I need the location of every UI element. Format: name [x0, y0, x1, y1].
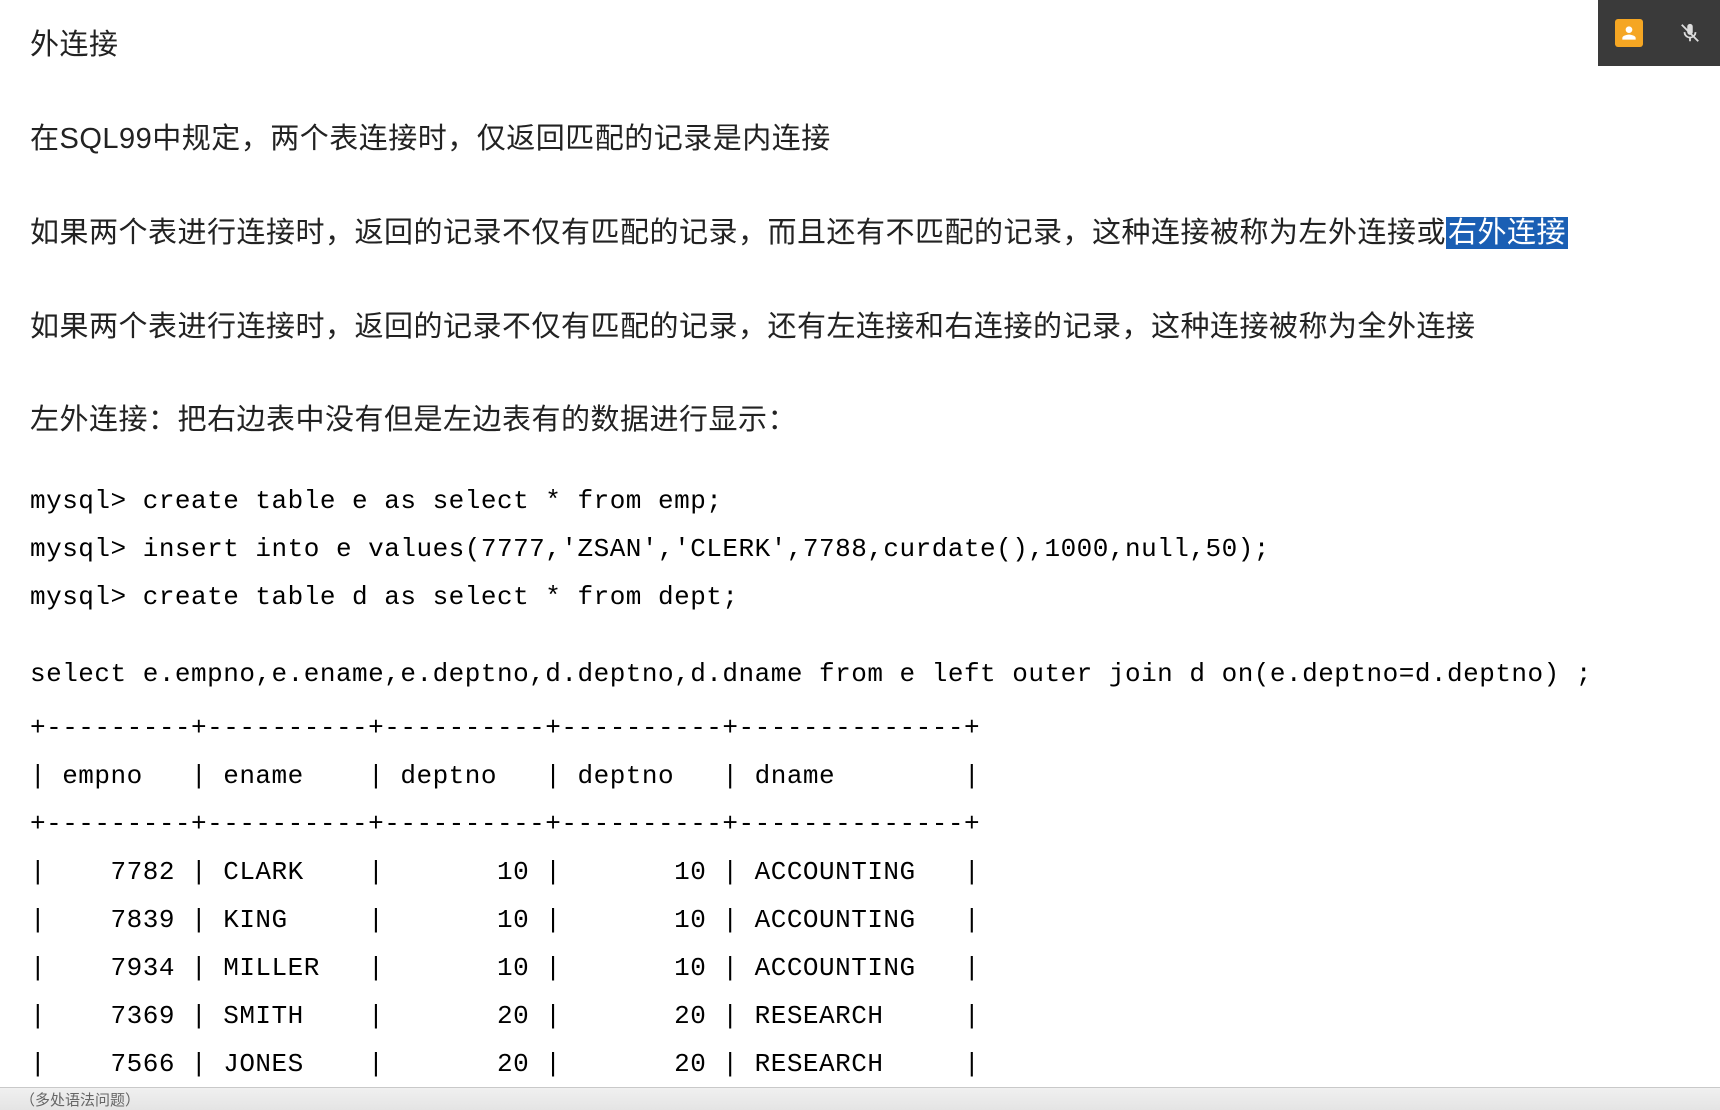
paragraph-left-right-outer: 如果两个表进行连接时，返回的记录不仅有匹配的记录，而且还有不匹配的记录，这种连接…	[30, 210, 1690, 258]
heading: 外连接	[30, 22, 1690, 70]
paragraph-inner-join: 在SQL99中规定，两个表连接时，仅返回匹配的记录是内连接	[30, 116, 1690, 164]
person-icon	[1615, 19, 1643, 47]
mysql-commands: mysql> create table e as select * from e…	[30, 477, 1690, 621]
select-query: select e.empno,e.ename,e.deptno,d.deptno…	[30, 650, 1690, 698]
document-body: 外连接 在SQL99中规定，两个表连接时，仅返回匹配的记录是内连接 如果两个表进…	[0, 0, 1720, 1088]
paragraph-full-outer: 如果两个表进行连接时，返回的记录不仅有匹配的记录，还有左连接和右连接的记录，这种…	[30, 304, 1690, 352]
text-before-highlight: 如果两个表进行连接时，返回的记录不仅有匹配的记录，而且还有不匹配的记录，这种连接…	[30, 217, 1446, 249]
status-bar: （多处语法问题）	[0, 1087, 1720, 1110]
mic-muted-icon	[1676, 19, 1704, 47]
status-bar-text: （多处语法问题）	[20, 1089, 140, 1110]
paragraph-left-outer-def: 左外连接：把右边表中没有但是左边表有的数据进行显示：	[30, 397, 1690, 445]
participant-overlay	[1598, 0, 1720, 66]
highlight-right-outer-join: 右外连接	[1446, 217, 1568, 249]
result-table: +---------+----------+----------+-------…	[30, 704, 1690, 1089]
